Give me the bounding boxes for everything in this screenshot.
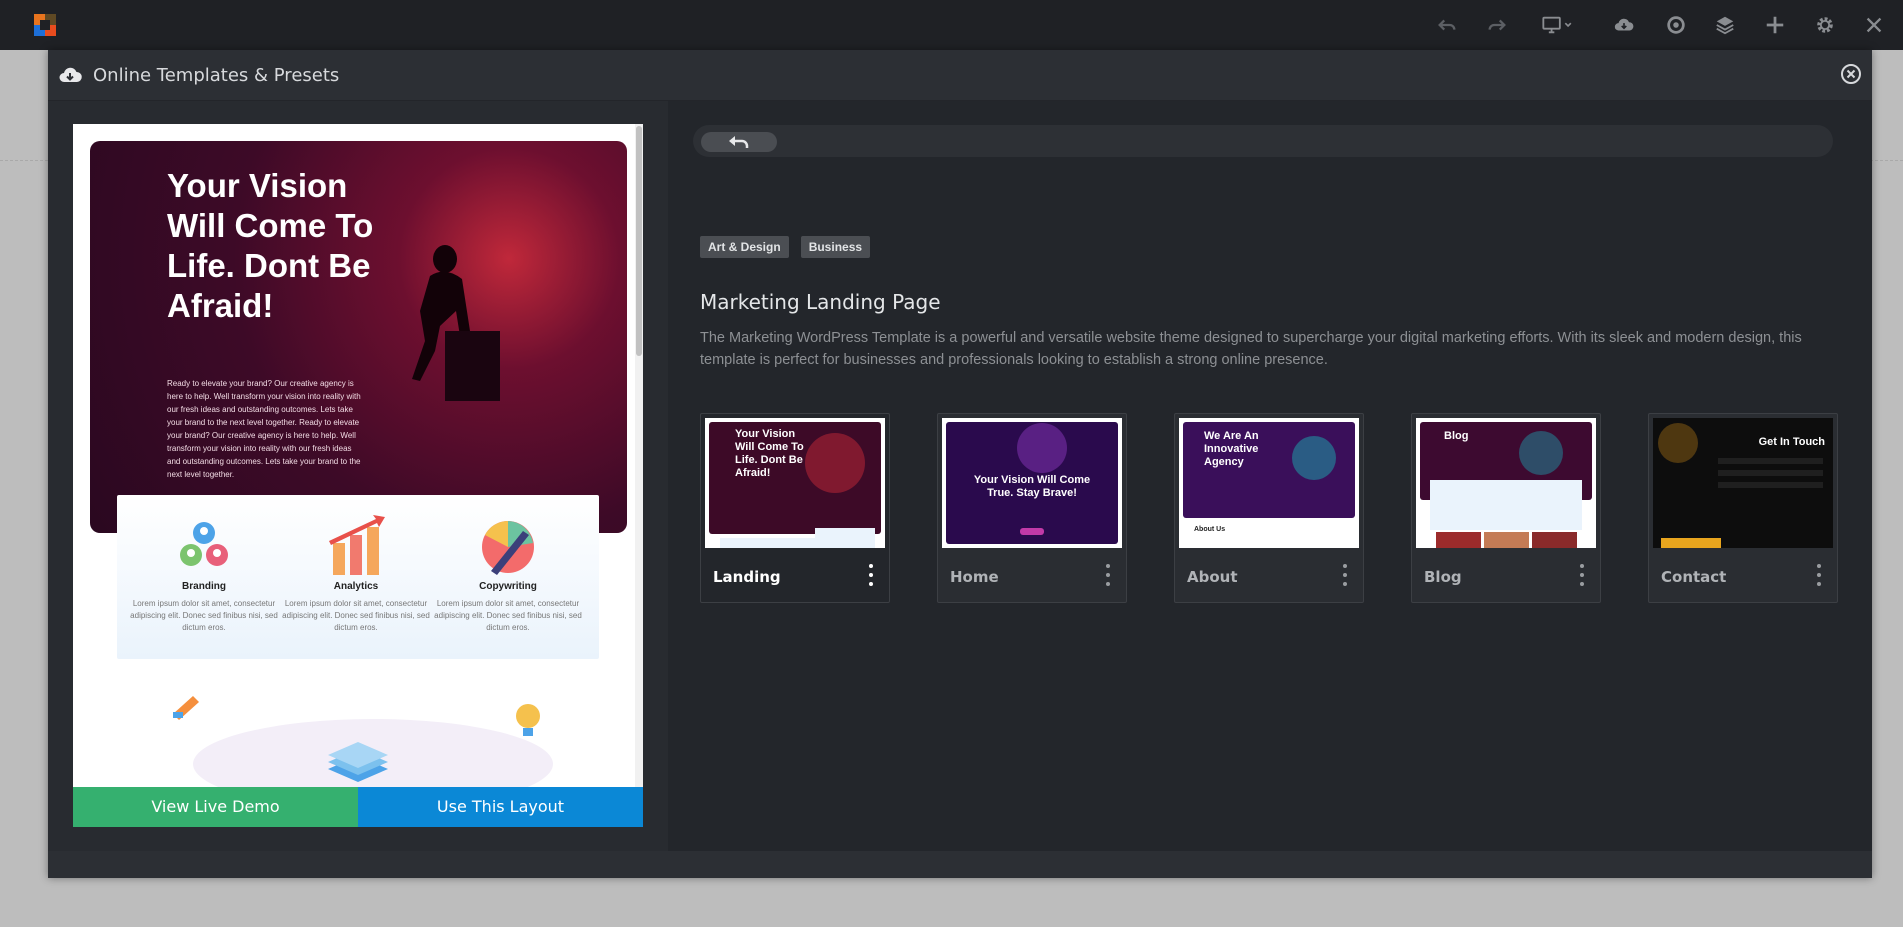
kebab-menu-icon[interactable] — [867, 564, 875, 586]
category-tag[interactable]: Business — [800, 236, 871, 258]
feature-body: Lorem ipsum dolor sit amet, consectetur … — [434, 599, 582, 632]
category-tags: Art & Design Business — [700, 236, 871, 258]
page-card-label: Contact — [1661, 568, 1727, 586]
category-tag[interactable]: Art & Design — [700, 236, 789, 258]
undo-icon[interactable] — [1435, 13, 1459, 37]
layers-icon[interactable] — [1713, 13, 1737, 37]
features-section: Branding Lorem ipsum dolor sit amet, con… — [117, 495, 599, 659]
template-title: Marketing Landing Page — [700, 290, 941, 314]
page-thumbnail: Get In Touch — [1653, 418, 1833, 548]
preview-illustration — [173, 696, 553, 787]
feature-title: Analytics — [333, 581, 379, 592]
feature-body: Lorem ipsum dolor sit amet, consectetur … — [282, 599, 430, 632]
modal-header: Online Templates & Presets — [48, 50, 1872, 101]
modal-footer — [48, 851, 1872, 878]
desktop-icon[interactable] — [1540, 13, 1576, 37]
feature-title: Branding — [182, 581, 226, 592]
close-icon[interactable] — [1862, 13, 1886, 37]
thumb-title: Get In Touch — [1758, 436, 1825, 448]
preview-hero: Your Vision Will Come To Life. Dont Be A… — [90, 141, 627, 533]
thumb-title: Blog — [1444, 430, 1469, 442]
page-card-label: About — [1187, 568, 1238, 586]
page-card-contact[interactable]: Get In Touch Contact — [1648, 413, 1838, 603]
preview-scrollbar[interactable] — [635, 124, 643, 787]
feature-title: Copywriting — [479, 581, 537, 592]
redo-icon[interactable] — [1485, 13, 1509, 37]
page-card-blog[interactable]: Blog Blog — [1411, 413, 1601, 603]
page-card-label: Blog — [1424, 568, 1462, 586]
back-arrow-icon — [729, 136, 749, 148]
hero-text: Ready to elevate your brand? Our creativ… — [167, 379, 361, 479]
page-card-home[interactable]: Your Vision Will Come True. Stay Brave! … — [937, 413, 1127, 603]
app-logo-icon[interactable] — [32, 12, 58, 38]
thumb-title: We Are An Innovative Agency — [1204, 430, 1259, 468]
thinker-figure-icon — [412, 245, 500, 401]
modal-title: Online Templates & Presets — [93, 65, 340, 86]
template-description: The Marketing WordPress Template is a po… — [700, 330, 1802, 368]
cloud-download-icon[interactable] — [1612, 13, 1636, 37]
thumb-subtitle: About Us — [1194, 526, 1226, 533]
scrollbar-thumb[interactable] — [636, 126, 642, 356]
plus-icon[interactable] — [1763, 13, 1787, 37]
analytics-icon — [321, 513, 391, 579]
templates-modal: Online Templates & Presets Your Vision W… — [48, 50, 1872, 878]
page-thumbnail: We Are An Innovative Agency About Us — [1179, 418, 1359, 548]
feature-copywriting: Copywriting Lorem ipsum dolor sit amet, … — [433, 495, 583, 634]
feature-body: Lorem ipsum dolor sit amet, consectetur … — [130, 599, 278, 632]
back-button[interactable] — [701, 132, 777, 152]
thumb-title: Your Vision Will Come True. Stay Brave! — [973, 474, 1091, 499]
cloud-download-icon — [58, 63, 82, 87]
settings-circle-icon[interactable] — [1664, 13, 1688, 37]
page-thumbnail: Your Vision Will Come To Life. Dont Be A… — [705, 418, 885, 548]
template-details-panel: Art & Design Business Marketing Landing … — [668, 101, 1872, 851]
branding-icon — [169, 513, 239, 579]
kebab-menu-icon[interactable] — [1104, 564, 1112, 586]
page-card-about[interactable]: We Are An Innovative Agency About Us Abo… — [1174, 413, 1364, 603]
thumb-title: Your Vision Will Come To Life. Dont Be A… — [735, 428, 804, 479]
feature-analytics: Analytics Lorem ipsum dolor sit amet, co… — [281, 495, 431, 634]
top-toolbar — [0, 0, 1903, 50]
kebab-menu-icon[interactable] — [1341, 564, 1349, 586]
hero-title: Your Vision Will Come To Life. Dont Be A… — [167, 167, 374, 324]
view-live-demo-button[interactable]: View Live Demo — [73, 787, 358, 827]
page-card-label: Home — [950, 568, 999, 586]
page-card-label: Landing — [713, 568, 781, 586]
kebab-menu-icon[interactable] — [1815, 564, 1823, 586]
copywriting-icon — [473, 513, 543, 579]
modal-close-icon[interactable] — [1840, 63, 1862, 85]
kebab-menu-icon[interactable] — [1578, 564, 1586, 586]
template-preview[interactable]: Your Vision Will Come To Life. Dont Be A… — [73, 124, 643, 787]
gear-icon[interactable] — [1813, 13, 1837, 37]
use-this-layout-button[interactable]: Use This Layout — [358, 787, 643, 827]
back-bar — [693, 125, 1833, 157]
page-thumbnail: Blog — [1416, 418, 1596, 548]
page-thumbnail: Your Vision Will Come True. Stay Brave! — [942, 418, 1122, 548]
feature-branding: Branding Lorem ipsum dolor sit amet, con… — [129, 495, 279, 634]
page-card-landing[interactable]: Your Vision Will Come To Life. Dont Be A… — [700, 413, 890, 603]
